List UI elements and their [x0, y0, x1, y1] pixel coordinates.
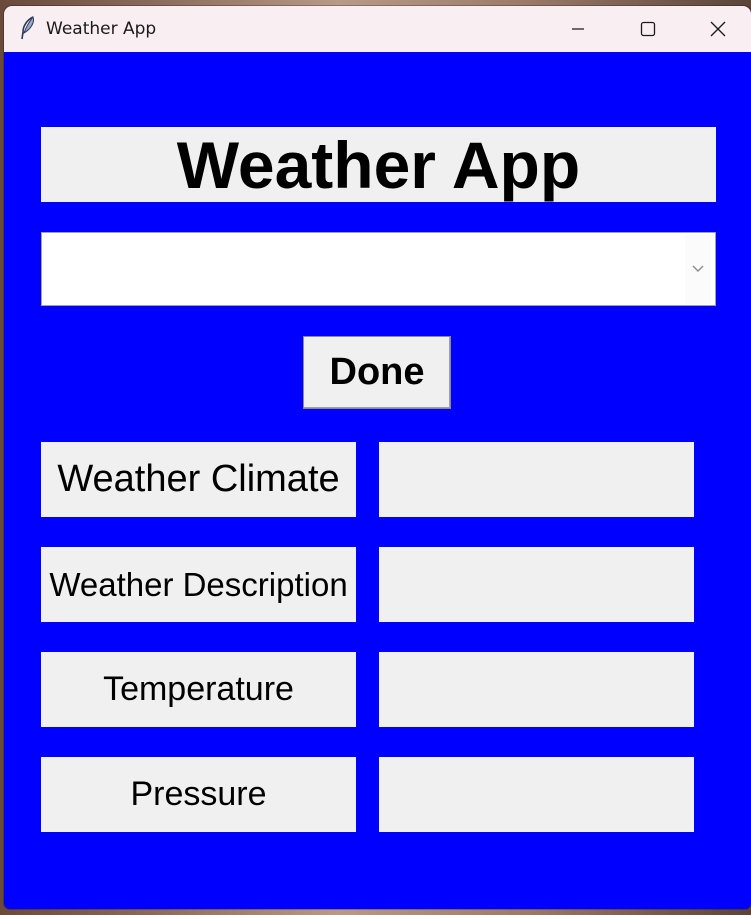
- done-button[interactable]: Done: [303, 336, 451, 409]
- pressure-value: [379, 757, 694, 832]
- temperature-value: [379, 652, 694, 727]
- close-button[interactable]: [683, 6, 751, 52]
- maximize-button[interactable]: [613, 6, 683, 52]
- weather-climate-label: Weather Climate: [41, 442, 356, 517]
- weather-description-value: [379, 547, 694, 622]
- temperature-label: Temperature: [41, 652, 356, 727]
- window-title: Weather App: [46, 19, 157, 39]
- feather-icon: [21, 16, 34, 40]
- maximize-icon: [640, 21, 656, 37]
- weather-description-label: Weather Description: [41, 547, 356, 622]
- minimize-icon: [572, 28, 584, 30]
- minimize-button[interactable]: [543, 6, 613, 52]
- close-icon: [710, 21, 726, 37]
- app-window: Weather App Weather App Done Weather Cli…: [4, 6, 751, 909]
- app-heading: Weather App: [41, 127, 716, 202]
- weather-climate-value: [379, 442, 694, 517]
- pressure-label: Pressure: [41, 757, 356, 832]
- city-dropdown[interactable]: [41, 232, 716, 306]
- dropdown-arrow-button[interactable]: [685, 234, 711, 304]
- title-bar[interactable]: Weather App: [4, 6, 751, 52]
- chevron-down-icon: [692, 265, 704, 272]
